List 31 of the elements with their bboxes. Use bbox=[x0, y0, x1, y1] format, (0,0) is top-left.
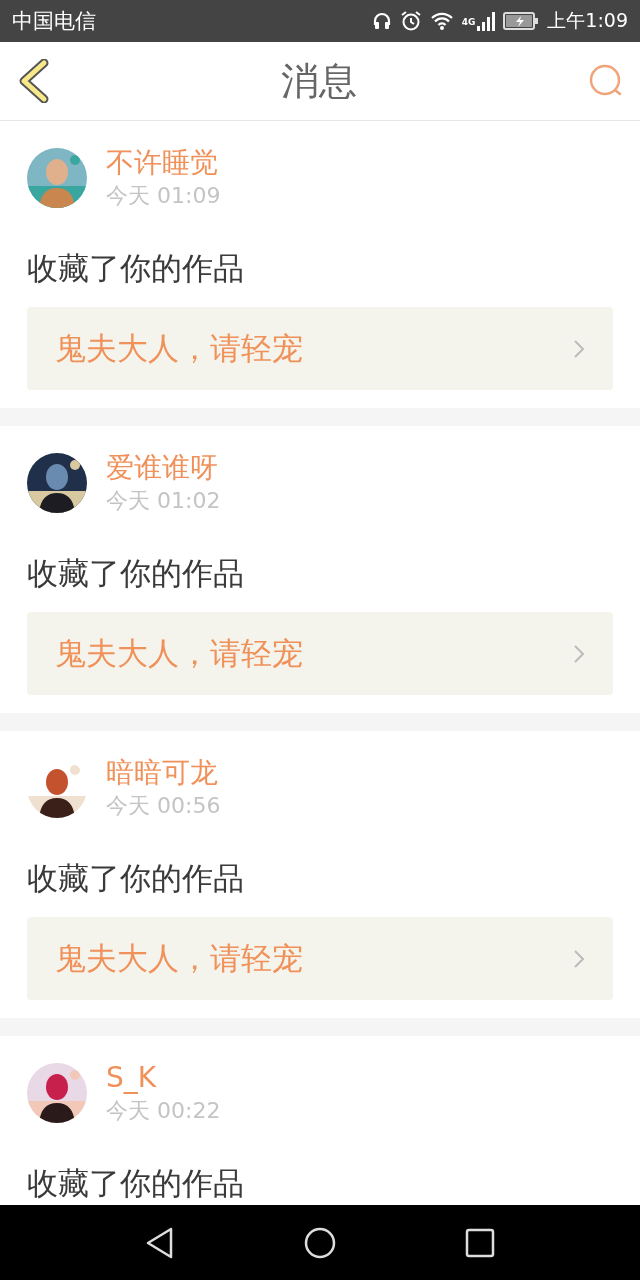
home-circle-icon[interactable] bbox=[304, 1226, 336, 1259]
wifi-icon bbox=[429, 11, 454, 31]
alarm-icon bbox=[399, 10, 422, 32]
message-time: 今天 00:22 bbox=[106, 1097, 221, 1125]
user-name[interactable]: S_K bbox=[106, 1060, 221, 1096]
message-time: 今天 01:09 bbox=[106, 182, 221, 210]
signal-icon bbox=[477, 11, 496, 31]
chevron-right-icon bbox=[573, 643, 585, 664]
battery-charging-icon bbox=[503, 12, 540, 30]
message-text: 收藏了你的作品 bbox=[27, 554, 245, 593]
message-time: 今天 01:02 bbox=[106, 487, 221, 515]
user-name[interactable]: 爱谁谁呀 bbox=[106, 450, 221, 486]
carrier-name: 中国电信 bbox=[12, 8, 96, 35]
chevron-right-icon bbox=[573, 338, 585, 359]
message-time: 今天 00:56 bbox=[106, 792, 221, 820]
message-text: 收藏了你的作品 bbox=[27, 859, 245, 898]
work-link[interactable]: 鬼夫大人，请轻宠 bbox=[27, 612, 613, 695]
user-name[interactable]: 不许睡觉 bbox=[106, 145, 221, 181]
chevron-right-icon bbox=[573, 948, 585, 969]
work-link[interactable]: 鬼夫大人，请轻宠 bbox=[27, 917, 613, 1000]
back-icon[interactable] bbox=[18, 59, 50, 103]
back-triangle-icon[interactable] bbox=[144, 1226, 175, 1259]
message-text: 收藏了你的作品 bbox=[27, 249, 245, 288]
clock-time: 上午1:09 bbox=[547, 8, 628, 33]
recents-square-icon[interactable] bbox=[465, 1227, 496, 1258]
work-link[interactable]: 鬼夫大人，请轻宠 bbox=[27, 307, 613, 390]
user-name[interactable]: 暗暗可龙 bbox=[106, 755, 221, 791]
network-type: 4G bbox=[461, 17, 476, 27]
page-title: 消息 bbox=[281, 57, 357, 105]
headphones-icon bbox=[371, 11, 392, 31]
message-text: 收藏了你的作品 bbox=[27, 1164, 245, 1203]
